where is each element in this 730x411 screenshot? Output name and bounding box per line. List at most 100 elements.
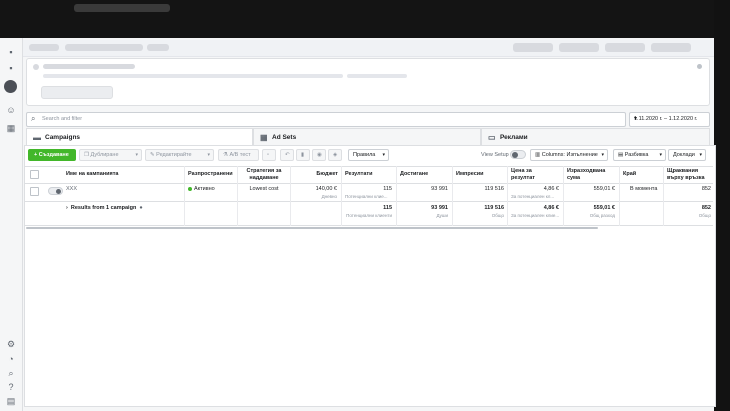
col-header-reach[interactable]: Достигане (400, 171, 428, 178)
col-divider (341, 166, 342, 226)
summary-cost-per-result: 4,86 € (543, 205, 559, 211)
notice-button[interactable] (41, 86, 113, 99)
col-divider (507, 166, 508, 226)
summary-reach: 93 991 (431, 205, 448, 211)
search-input[interactable]: ⌕ Search and filter (26, 112, 626, 127)
account-overview-icon[interactable]: ☺ (5, 104, 17, 116)
info-icon: ● (137, 205, 143, 211)
window-chrome-top (0, 0, 730, 38)
col-header-delivery[interactable]: Разпространени (188, 171, 233, 178)
view-setup-toggle[interactable] (510, 150, 526, 159)
ab-test-label: A/B тест (229, 152, 251, 158)
header-button-3[interactable] (605, 43, 645, 52)
folder-icon: ▬ (33, 133, 41, 142)
campaign-name[interactable]: XXX (66, 186, 77, 192)
breakdown-dropdown[interactable]: ▤ Разбивка ▾ (613, 149, 666, 161)
delete-icon: ▮ (301, 152, 305, 158)
budget-value[interactable]: 140,00 € (294, 186, 337, 192)
close-icon[interactable] (697, 64, 702, 69)
menu-icon[interactable]: ▪ (5, 46, 17, 58)
header-button-4[interactable] (651, 43, 691, 52)
header-button-2[interactable] (559, 43, 599, 52)
columns-dropdown[interactable]: ▥ Columns: Изпълнение ▾ (530, 149, 608, 161)
row-checkbox[interactable] (30, 187, 39, 196)
search-icon[interactable]: ⌕ (5, 367, 17, 379)
summary-amount-spent: 559,01 € (593, 205, 615, 211)
summary-impressions-type: Общо (491, 213, 504, 218)
duplicate-button[interactable]: ❐ Дублиране ▾ (79, 149, 142, 161)
account-header (23, 40, 714, 57)
col-divider (563, 166, 564, 226)
delete-button[interactable]: ▮ (296, 149, 310, 161)
header-button-1[interactable] (513, 43, 553, 52)
delivery-status: Активно (188, 186, 215, 192)
create-button[interactable]: + Създаване (28, 149, 76, 161)
reports-dropdown[interactable]: Доклади ▾ (668, 149, 706, 161)
col-header-amount-spent[interactable]: Изразходвана сума (567, 168, 613, 181)
rules-dropdown[interactable]: Правила ▾ (348, 149, 389, 161)
create-label: + Създаване (34, 152, 69, 158)
notice-link[interactable] (347, 74, 407, 78)
trash-button[interactable]: ▫ (262, 149, 276, 161)
delivery-label: Активно (194, 186, 215, 192)
col-divider (237, 166, 238, 226)
tab-ad-sets[interactable]: ▦ Ad Sets (253, 128, 481, 146)
report-bug-icon[interactable]: ▤ (5, 395, 17, 407)
account-menu[interactable] (147, 44, 169, 51)
edit-label: Редактирайте (156, 152, 192, 158)
settings-icon[interactable]: ⚙ (5, 338, 17, 350)
summary-label: Results from 1 campaign (70, 205, 137, 211)
campaigns-panel (24, 145, 716, 407)
tab-campaigns[interactable]: ▬ Campaigns (26, 128, 253, 146)
cost-per-result-value: 4,86 € (543, 186, 559, 192)
chevron-down-icon: ▾ (382, 152, 385, 158)
left-rail: ▪ ▪ ☺ ▦ ⚙ ◔ ⌕ ? ▤ (0, 38, 23, 411)
notice-banner (26, 58, 710, 106)
col-divider (452, 166, 453, 226)
ad-icon: ▭ (488, 133, 496, 142)
notice-title (43, 64, 135, 69)
col-header-link-clicks[interactable]: Щраквания върху връзка (667, 168, 713, 181)
tab-label: Campaigns (45, 134, 81, 141)
account-selector[interactable] (29, 44, 59, 51)
chevron-down-icon: ▾ (135, 152, 138, 158)
summary-expand[interactable]: › Results from 1 campaign ● (66, 205, 143, 211)
table-top-border (25, 166, 713, 167)
tag-button[interactable]: ◈ (328, 149, 342, 161)
avatar[interactable] (4, 80, 17, 93)
trash-icon: ▫ (267, 152, 269, 158)
col-header-bid-strategy[interactable]: Стратегия за наддаване (241, 168, 287, 181)
col-header-impressions[interactable]: Импресии (456, 171, 484, 178)
tab-ads[interactable]: ▭ Реклами (481, 128, 710, 146)
results-type: Потенциални клие... (345, 194, 388, 199)
notice-text (43, 74, 343, 78)
col-header-cost-per-result[interactable]: Цена за резултат (511, 168, 557, 181)
col-header-ends[interactable]: Край (623, 171, 636, 178)
date-range-picker[interactable]: 1.11.2020 г. – 1.12.2020 г. ▾ (629, 112, 710, 127)
header-bottom-border (25, 183, 713, 184)
horizontal-scrollbar[interactable] (26, 227, 598, 229)
chevron-down-icon: ▾ (601, 152, 604, 158)
col-header-results[interactable]: Резултати (345, 171, 373, 178)
col-divider (290, 166, 291, 226)
col-header-budget[interactable]: Бюджет (294, 171, 338, 178)
ab-test-button[interactable]: ⚗ A/B тест (218, 149, 259, 161)
undo-icon: ↶ (285, 152, 290, 158)
chevron-down-icon: ▾ (634, 116, 638, 122)
undo-button[interactable]: ↶ (280, 149, 294, 161)
window-title (74, 4, 170, 12)
col-header-name[interactable]: Име на кампанията (66, 171, 118, 178)
tab-label: Ad Sets (272, 134, 297, 141)
home-icon[interactable]: ▪ (5, 62, 17, 74)
amount-spent-value: 559,01 € (593, 186, 615, 192)
campaigns-table-icon[interactable]: ▦ (5, 122, 17, 134)
edit-button[interactable]: ✎ Редактирайте ▾ (145, 149, 214, 161)
notifications-icon[interactable]: ◔ (5, 353, 17, 365)
preview-button[interactable]: ◉ (312, 149, 326, 161)
summary-spent-type: Общ разход (589, 213, 615, 218)
chevron-down-icon: ▾ (207, 152, 210, 158)
select-all-checkbox[interactable] (30, 170, 39, 179)
col-divider (619, 166, 620, 226)
campaign-on-off-toggle[interactable] (48, 187, 63, 195)
help-icon[interactable]: ? (5, 381, 17, 393)
